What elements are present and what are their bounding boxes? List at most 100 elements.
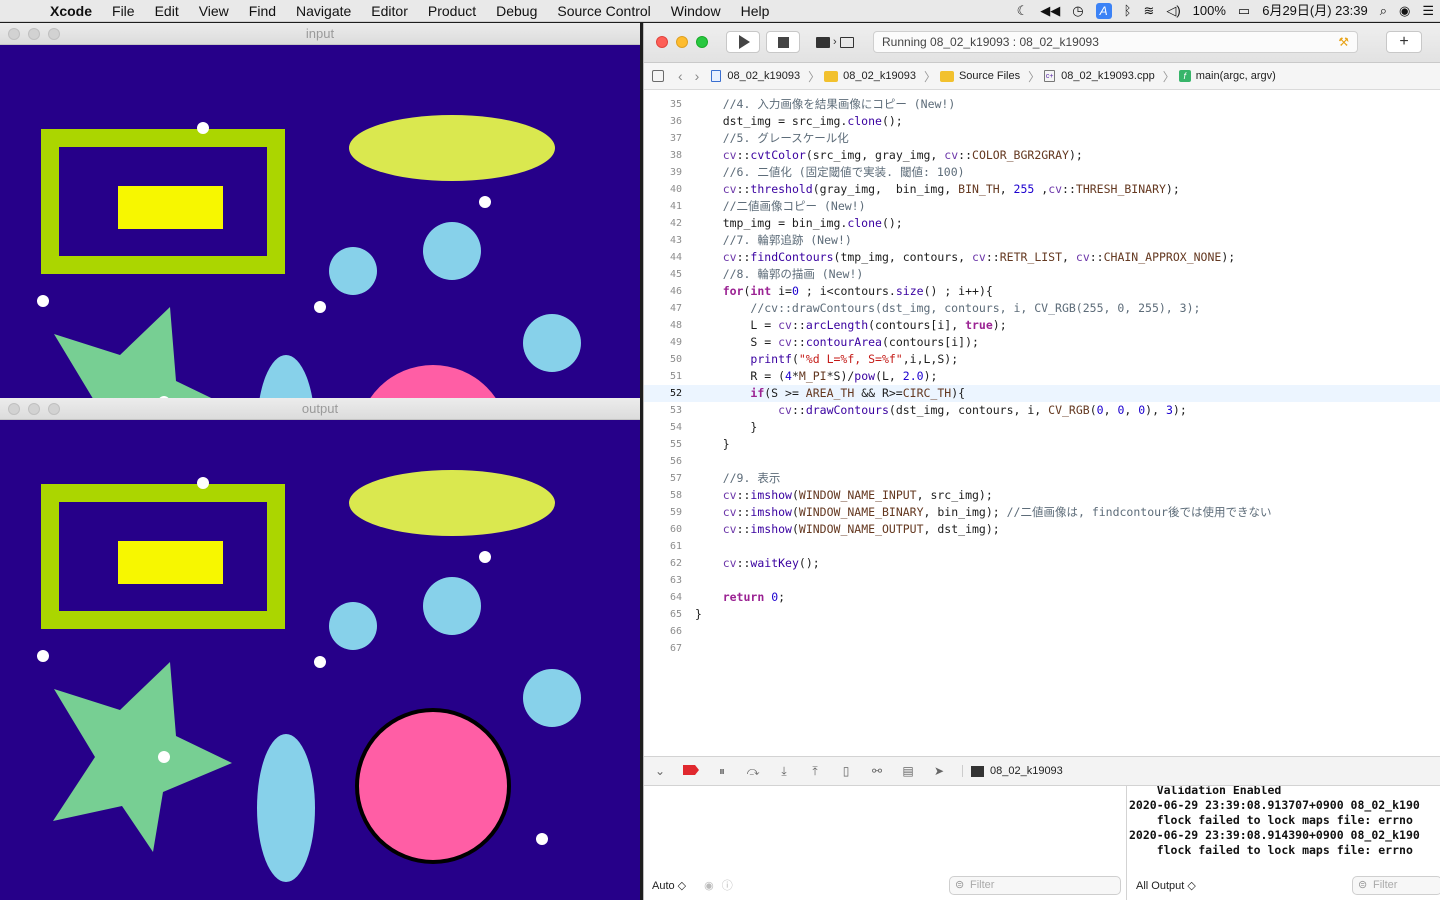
code-text[interactable]: //cv::drawContours(dst_img, contours, i,… <box>695 300 1200 317</box>
forward-icon[interactable]: › <box>695 68 700 84</box>
menu-file[interactable]: File <box>102 0 145 22</box>
code-line[interactable]: 51 R = (4*M_PI*S)/pow(L, 2.0); <box>644 368 1440 385</box>
code-text[interactable]: cv::imshow(WINDOW_NAME_BINARY, bin_img);… <box>695 504 1272 521</box>
code-line[interactable]: 65} <box>644 606 1440 623</box>
code-line[interactable]: 38 cv::cvtColor(src_img, gray_img, cv::C… <box>644 147 1440 164</box>
line-number[interactable]: 39 <box>644 164 682 181</box>
notification-center-icon[interactable]: ☰ <box>1416 0 1440 22</box>
menu-debug[interactable]: Debug <box>486 0 547 22</box>
code-text[interactable]: if(S >= AREA_TH && R>=CIRC_TH){ <box>695 385 965 402</box>
code-line[interactable]: 42 tmp_img = bin_img.clone(); <box>644 215 1440 232</box>
line-number[interactable]: 44 <box>644 249 682 266</box>
code-line[interactable]: 36 dst_img = src_img.clone(); <box>644 113 1440 130</box>
menu-help[interactable]: Help <box>731 0 780 22</box>
code-line[interactable]: 48 L = cv::arcLength(contours[i], true); <box>644 317 1440 334</box>
menu-find[interactable]: Find <box>239 0 286 22</box>
volume-icon[interactable]: ◁) <box>1160 0 1186 22</box>
run-button[interactable] <box>726 31 760 53</box>
code-text[interactable]: //5. グレースケール化 <box>695 130 849 147</box>
menu-editor[interactable]: Editor <box>361 0 418 22</box>
code-line[interactable]: 64 return 0; <box>644 589 1440 606</box>
line-number[interactable]: 66 <box>644 623 682 640</box>
minimize-button[interactable] <box>676 36 688 48</box>
line-number[interactable]: 37 <box>644 130 682 147</box>
code-text[interactable]: cv::drawContours(dst_img, contours, i, C… <box>695 402 1187 419</box>
zoom-button[interactable] <box>48 28 60 40</box>
code-text[interactable]: cv::cvtColor(src_img, gray_img, cv::COLO… <box>695 147 1083 164</box>
code-line[interactable]: 43 //7. 輪郭追跡 (New!) <box>644 232 1440 249</box>
line-number[interactable]: 48 <box>644 317 682 334</box>
battery-percent[interactable]: 100% <box>1187 0 1232 22</box>
breakpoints-toggle-icon[interactable] <box>683 764 699 778</box>
line-number[interactable]: 51 <box>644 368 682 385</box>
menu-view[interactable]: View <box>189 0 239 22</box>
close-button[interactable] <box>8 28 20 40</box>
step-over-icon[interactable]: ⤼ <box>745 764 761 778</box>
line-number[interactable]: 59 <box>644 504 682 521</box>
code-text[interactable]: //8. 輪郭の描画 (New!) <box>695 266 864 283</box>
code-line[interactable]: 40 cv::threshold(gray_img, bin_img, BIN_… <box>644 181 1440 198</box>
code-text[interactable]: L = cv::arcLength(contours[i], true); <box>695 317 1006 334</box>
code-line[interactable]: 35 //4. 入力画像を結果画像にコピー (New!) <box>644 96 1440 113</box>
info-icon[interactable]: ⓘ <box>722 877 733 893</box>
code-text[interactable]: //7. 輪郭追跡 (New!) <box>695 232 852 249</box>
input-source-icon[interactable]: A <box>1090 0 1118 22</box>
code-text[interactable]: dst_img = src_img.clone(); <box>695 113 903 130</box>
code-text[interactable]: cv::imshow(WINDOW_NAME_INPUT, src_img); <box>695 487 993 504</box>
simulate-location-icon[interactable]: ➤ <box>931 764 947 778</box>
hide-debug-area-icon[interactable]: ⌄ <box>652 764 668 778</box>
code-text[interactable]: tmp_img = bin_img.clone(); <box>695 215 903 232</box>
code-line[interactable]: 52 if(S >= AREA_TH && R>=CIRC_TH){ <box>644 385 1440 402</box>
step-out-icon[interactable]: ⤒ <box>807 764 823 778</box>
line-number[interactable]: 52 <box>644 385 682 402</box>
line-number[interactable]: 67 <box>644 640 682 657</box>
code-line[interactable]: 47 //cv::drawContours(dst_img, contours,… <box>644 300 1440 317</box>
breadcrumb-file[interactable]: c+ 08_02_k19093.cpp <box>1044 70 1155 82</box>
line-number[interactable]: 46 <box>644 283 682 300</box>
line-number[interactable]: 64 <box>644 589 682 606</box>
code-text[interactable]: //9. 表示 <box>695 470 781 487</box>
zoom-button[interactable] <box>696 36 708 48</box>
line-number[interactable]: 35 <box>644 96 682 113</box>
eye-icon[interactable]: ◉ <box>704 879 714 892</box>
line-number[interactable]: 57 <box>644 470 682 487</box>
siri-icon[interactable]: ◉ <box>1393 0 1416 22</box>
line-number[interactable]: 40 <box>644 181 682 198</box>
spotlight-icon[interactable]: ⌕ <box>1374 0 1393 22</box>
code-text[interactable]: R = (4*M_PI*S)/pow(L, 2.0); <box>695 368 937 385</box>
code-line[interactable]: 62 cv::waitKey(); <box>644 555 1440 572</box>
menu-product[interactable]: Product <box>418 0 486 22</box>
code-line[interactable]: 60 cv::imshow(WINDOW_NAME_OUTPUT, dst_im… <box>644 521 1440 538</box>
minimize-button[interactable] <box>28 403 40 415</box>
environment-overrides-icon[interactable]: ▤ <box>900 764 916 778</box>
line-number[interactable]: 56 <box>644 453 682 470</box>
menu-navigate[interactable]: Navigate <box>286 0 361 22</box>
code-line[interactable]: 56 <box>644 453 1440 470</box>
minimize-button[interactable] <box>28 28 40 40</box>
battery-icon[interactable]: ▭ <box>1232 0 1256 22</box>
debug-target[interactable]: 08_02_k19093 <box>962 765 1063 777</box>
line-number[interactable]: 61 <box>644 538 682 555</box>
code-text[interactable]: } <box>695 419 757 436</box>
output-titlebar[interactable]: output <box>0 398 640 420</box>
variables-filter-input[interactable]: Filter <box>949 876 1121 895</box>
console-output-popup[interactable]: All Output ◇ <box>1136 879 1196 892</box>
stop-button[interactable] <box>766 31 800 53</box>
line-number[interactable]: 54 <box>644 419 682 436</box>
menu-source-control[interactable]: Source Control <box>547 0 660 22</box>
code-line[interactable]: 58 cv::imshow(WINDOW_NAME_INPUT, src_img… <box>644 487 1440 504</box>
close-button[interactable] <box>656 36 668 48</box>
code-line[interactable]: 54 } <box>644 419 1440 436</box>
console-filter-input[interactable]: Filter <box>1352 876 1440 895</box>
line-number[interactable]: 60 <box>644 521 682 538</box>
code-line[interactable]: 55 } <box>644 436 1440 453</box>
line-number[interactable]: 65 <box>644 606 682 623</box>
line-number[interactable]: 50 <box>644 351 682 368</box>
breadcrumb-project[interactable]: 08_02_k19093 <box>711 70 800 82</box>
code-text[interactable]: } <box>695 606 702 623</box>
memory-graph-icon[interactable]: ⚯ <box>869 764 885 778</box>
related-items-icon[interactable] <box>652 70 664 82</box>
code-text[interactable]: cv::findContours(tmp_img, contours, cv::… <box>695 249 1235 266</box>
code-text[interactable]: } <box>695 436 730 453</box>
code-line[interactable]: 45 //8. 輪郭の描画 (New!) <box>644 266 1440 283</box>
